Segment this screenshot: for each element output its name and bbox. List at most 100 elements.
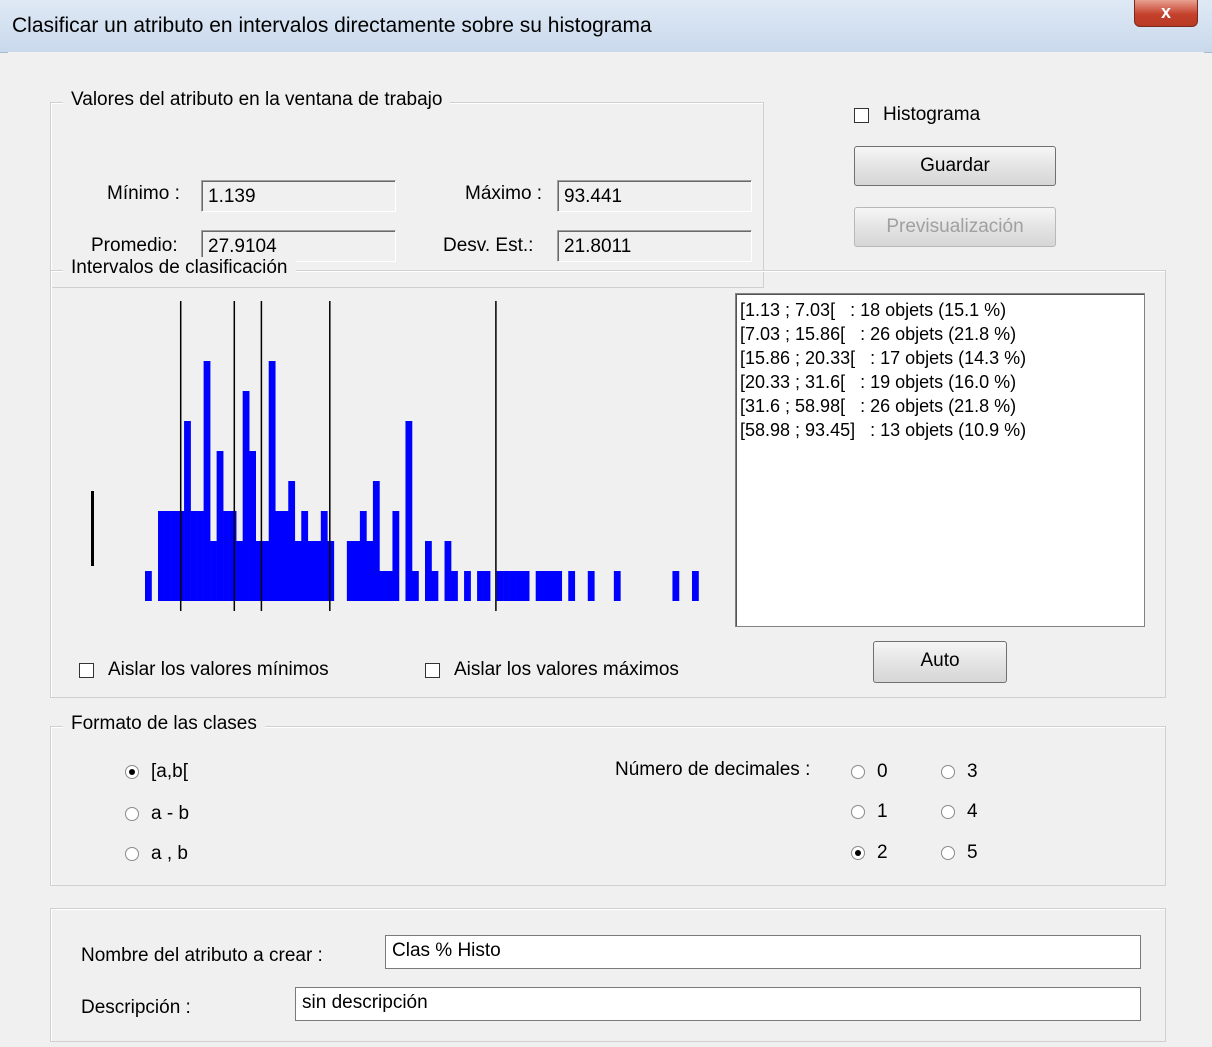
decimals-radio-4[interactable]: 4	[941, 801, 978, 823]
format-radio-interval[interactable]: [a,b[	[125, 761, 188, 783]
interval-item[interactable]: [15.86 ; 20.33[ : 17 objets (14.3 %)	[740, 346, 1140, 370]
histogram-bar	[171, 511, 178, 601]
histogram-bar	[281, 511, 289, 601]
decimals-option-label: 1	[877, 801, 888, 822]
histogram-bar	[425, 541, 432, 601]
histogram-bar	[164, 511, 172, 601]
max-label: Máximo :	[465, 183, 543, 204]
format-group-legend: Formato de las clases	[63, 713, 265, 735]
histogram-bar	[294, 541, 302, 601]
radio-dot[interactable]	[125, 847, 139, 861]
histogram-bar	[477, 571, 484, 601]
isolate-max-checkbox[interactable]: Aislar los valores máximos	[425, 659, 679, 681]
histogram-bar	[359, 511, 367, 601]
histogram-bar	[483, 571, 491, 601]
histogram-bar	[587, 571, 595, 601]
decimals-option-label: 2	[877, 842, 888, 863]
max-value-field: 93.441	[557, 180, 752, 212]
attribute-name-input[interactable]: Clas % Histo	[385, 935, 1141, 969]
dialog-body: Valores del atributo en la ventana de tr…	[8, 52, 1204, 1047]
histogram-checkbox-label: Histograma	[883, 104, 981, 125]
histogram-bar	[229, 511, 237, 601]
attribute-name-label: Nombre del atributo a crear :	[81, 945, 323, 966]
interval-item[interactable]: [31.6 ; 58.98[ : 26 objets (21.8 %)	[740, 394, 1140, 418]
intervals-group: Intervalos de clasificación [1.13 ; 7.03…	[50, 257, 1166, 698]
histogram-bar	[509, 571, 517, 601]
histogram-bar	[249, 451, 256, 601]
isolate-min-checkbox-box[interactable]	[79, 662, 94, 678]
decimals-option-label: 4	[967, 801, 978, 822]
format-radio-comma[interactable]: a , b	[125, 843, 188, 865]
interval-item[interactable]: [7.03 ; 15.86[ : 26 objets (21.8 %)	[740, 322, 1140, 346]
histogram-bar	[346, 541, 354, 601]
histogram-bar	[568, 571, 576, 601]
preview-button[interactable]: Previsualización	[854, 207, 1056, 247]
values-group-legend: Valores del atributo en la ventana de tr…	[63, 89, 451, 111]
histogram-bar	[542, 571, 550, 601]
histogram-bar	[672, 571, 680, 601]
radio-dot[interactable]	[941, 765, 955, 779]
decimals-radio-2[interactable]: 2	[851, 842, 888, 864]
histogram-bar	[236, 541, 243, 601]
histogram-bar	[327, 541, 335, 601]
histogram-bar	[262, 541, 270, 601]
histogram-checkbox[interactable]: Histograma	[854, 104, 980, 126]
radio-dot[interactable]	[851, 846, 865, 860]
isolate-max-label: Aislar los valores máximos	[454, 659, 679, 680]
histogram-bar	[210, 541, 217, 601]
interval-item[interactable]: [1.13 ; 7.03[ : 18 objets (15.1 %)	[740, 298, 1140, 322]
decimals-option-label: 5	[967, 842, 978, 863]
radio-dot[interactable]	[941, 805, 955, 819]
histogram-bar	[268, 361, 276, 601]
histogram-bar	[314, 541, 322, 601]
decimals-radio-3[interactable]: 3	[941, 761, 978, 783]
format-group: Formato de las clases [a,b[ a - b a , b …	[50, 713, 1166, 886]
histogram-bar	[203, 361, 211, 601]
histogram-chart[interactable]	[81, 301, 701, 611]
histogram-checkbox-box[interactable]	[854, 107, 869, 123]
histogram-bar	[242, 391, 250, 601]
isolate-max-checkbox-box[interactable]	[425, 662, 440, 678]
histogram-bar	[307, 541, 315, 601]
description-input[interactable]: sin descripción	[295, 987, 1141, 1021]
radio-dot[interactable]	[851, 805, 865, 819]
histogram-bar	[503, 571, 510, 601]
isolate-min-checkbox[interactable]: Aislar los valores mínimos	[79, 659, 329, 681]
save-button[interactable]: Guardar	[854, 146, 1056, 186]
histogram-bar	[516, 571, 523, 601]
radio-dot[interactable]	[941, 846, 955, 860]
auto-button[interactable]: Auto	[873, 641, 1007, 683]
histogram-bar	[197, 511, 204, 601]
close-button[interactable]: x	[1134, 0, 1198, 27]
format-label: [a,b[	[151, 761, 188, 782]
histogram-bar	[366, 541, 374, 601]
histogram-bar	[522, 571, 530, 601]
histogram-bar	[464, 571, 471, 601]
radio-dot[interactable]	[125, 807, 139, 821]
format-label: a - b	[151, 803, 190, 824]
decimals-radio-1[interactable]: 1	[851, 801, 888, 823]
radio-dot[interactable]	[851, 765, 865, 779]
decimals-option-label: 0	[877, 761, 888, 782]
interval-item[interactable]: [20.33 ; 31.6[ : 19 objets (16.0 %)	[740, 370, 1140, 394]
radio-dot[interactable]	[125, 765, 139, 779]
decimals-label: Número de decimales :	[615, 759, 811, 780]
histogram-bar	[372, 481, 380, 601]
interval-item[interactable]: [58.98 ; 93.45] : 13 objets (10.9 %)	[740, 418, 1140, 442]
histogram-bar	[431, 571, 439, 601]
histogram-bar	[216, 451, 224, 601]
decimals-radio-5[interactable]: 5	[941, 842, 978, 864]
histogram-bar	[548, 571, 556, 601]
histogram-bar	[451, 571, 458, 601]
histogram-bar	[320, 511, 328, 601]
format-radio-dash[interactable]: a - b	[125, 803, 189, 825]
decimals-radio-0[interactable]: 0	[851, 761, 888, 783]
histogram-bar	[301, 511, 309, 601]
average-label: Promedio:	[91, 235, 178, 256]
intervals-group-legend: Intervalos de clasificación	[63, 257, 296, 279]
histogram-bar	[392, 511, 400, 601]
isolate-min-label: Aislar los valores mínimos	[108, 659, 329, 680]
intervals-listbox[interactable]: [1.13 ; 7.03[ : 18 objets (15.1 %) [7.03…	[735, 293, 1145, 627]
histogram-bar	[555, 571, 563, 601]
histogram-bar	[613, 571, 621, 601]
